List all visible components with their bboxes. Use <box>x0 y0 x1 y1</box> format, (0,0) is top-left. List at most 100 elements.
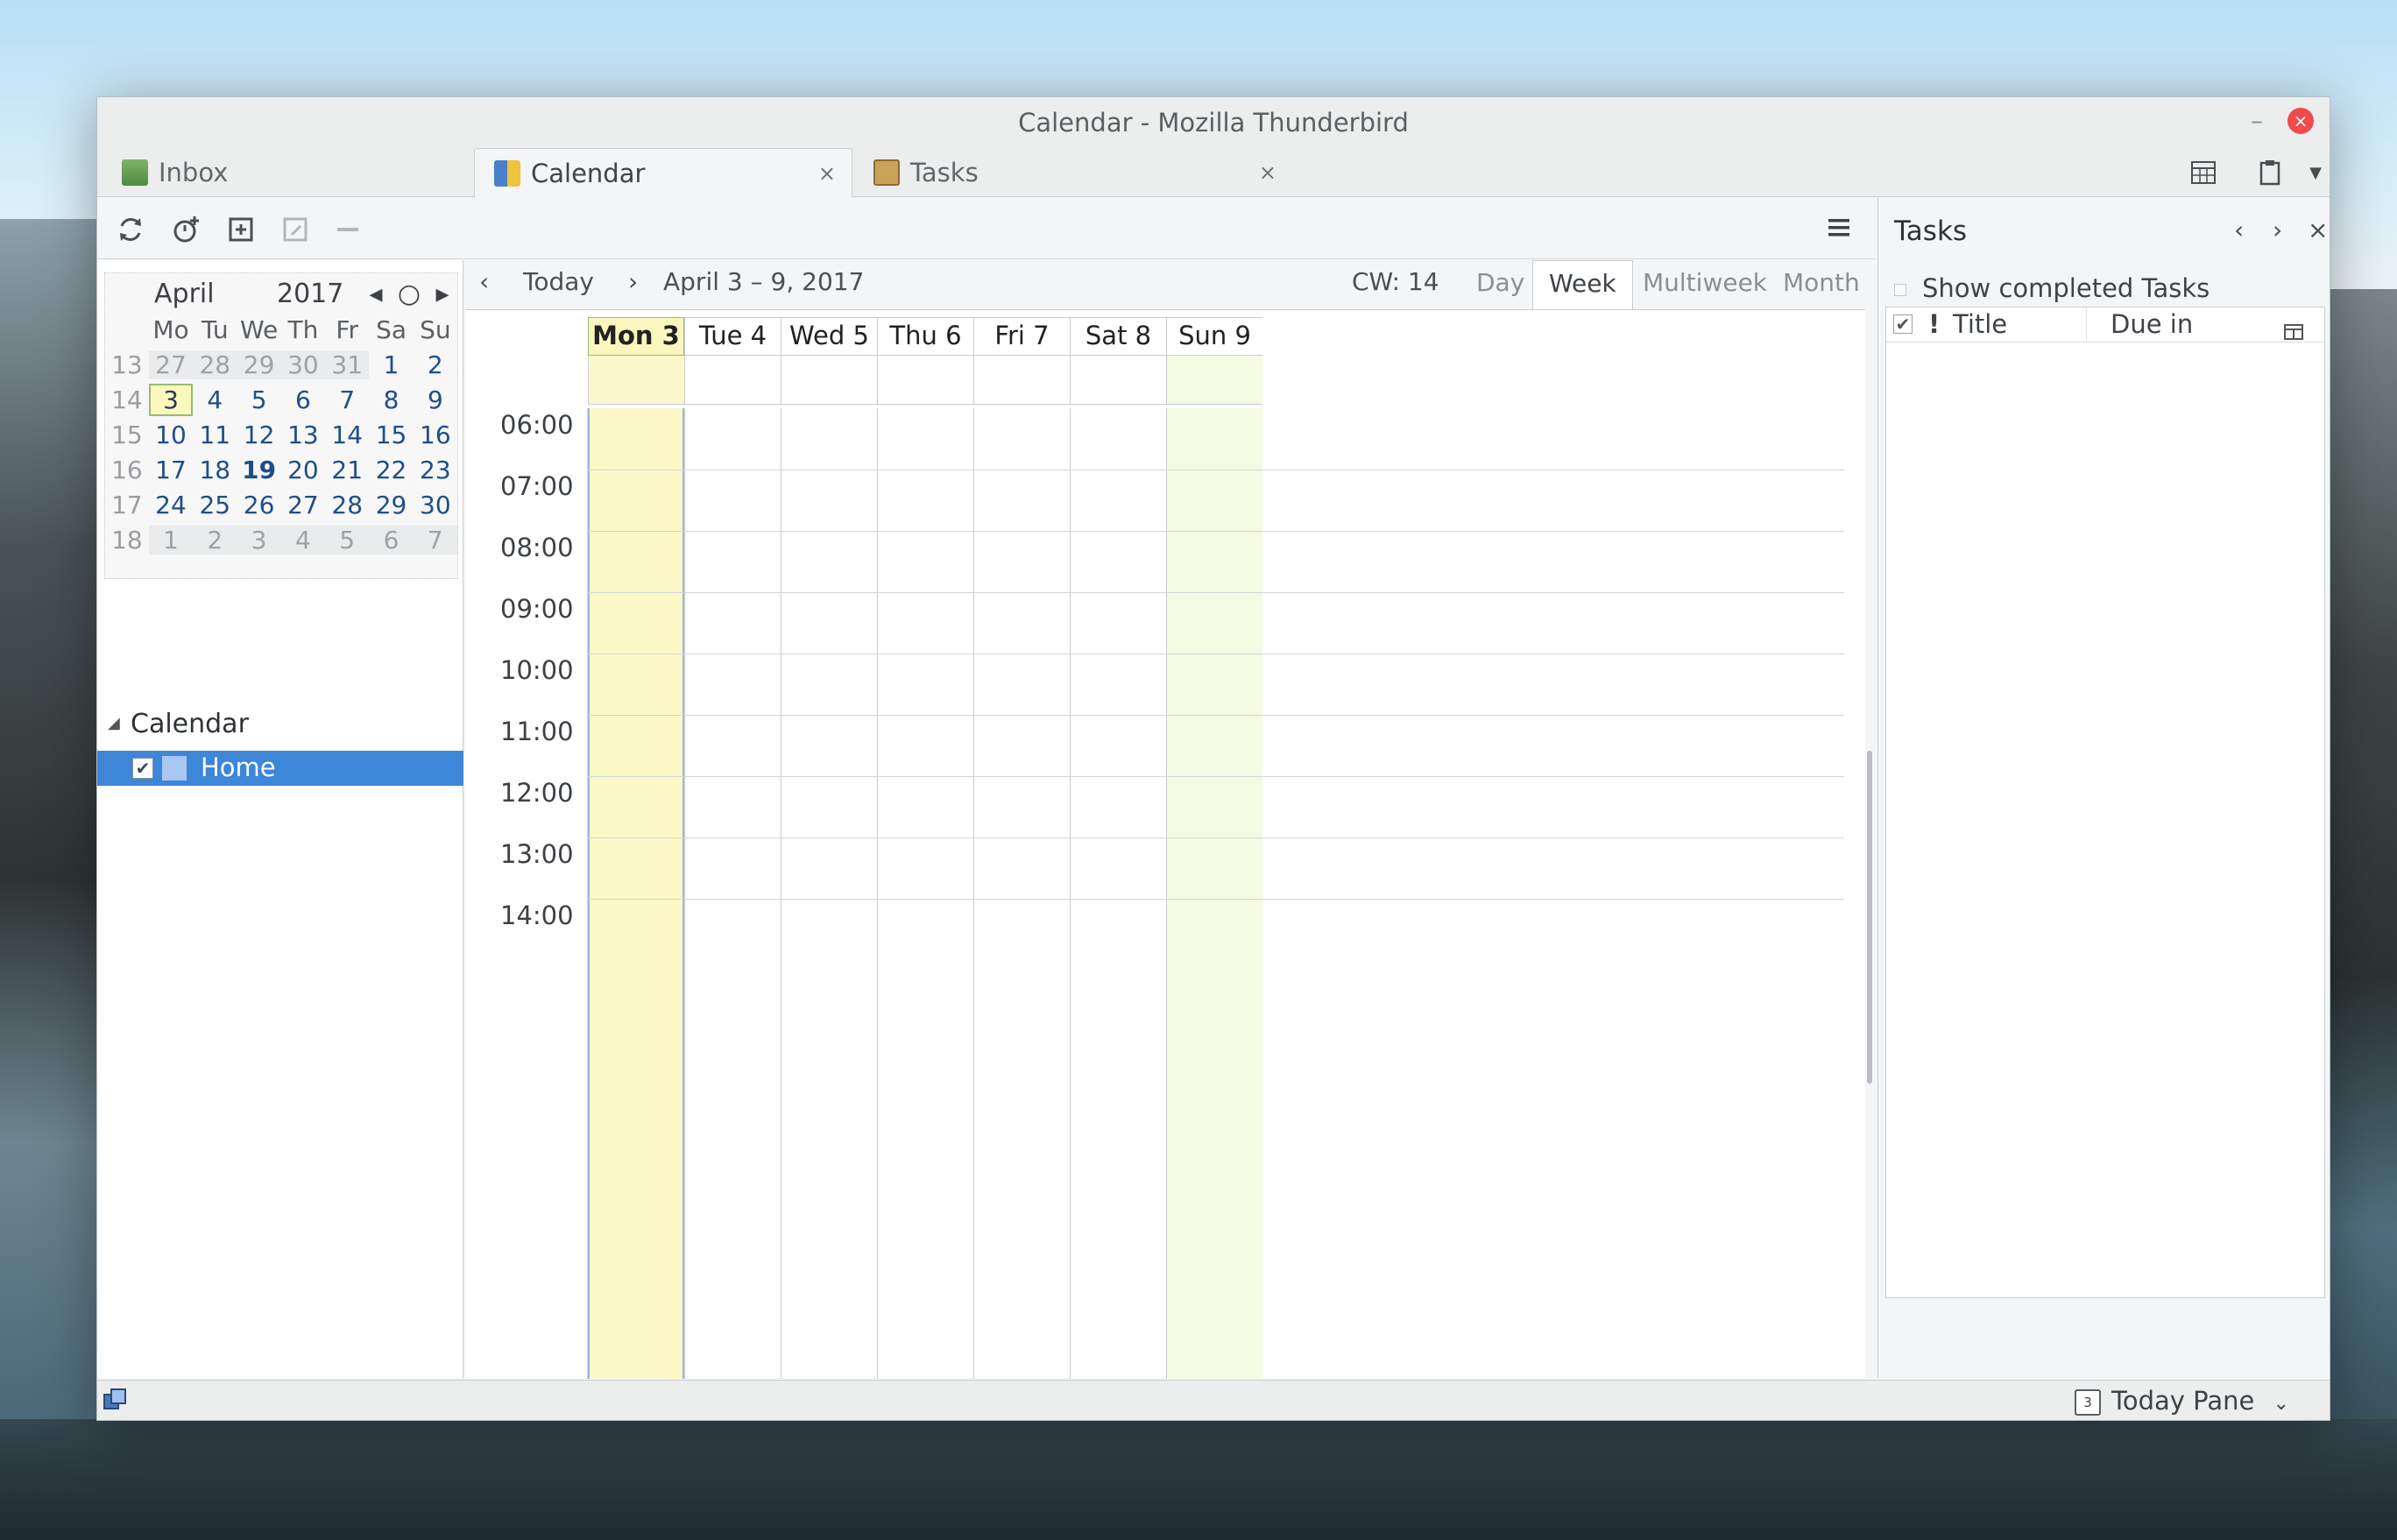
mini-calendar-day[interactable]: 17 <box>149 456 193 484</box>
mini-calendar-day[interactable]: 6 <box>281 385 325 414</box>
today-pane-toggle[interactable]: 3 Today Pane ⌄ <box>2075 1386 2289 1416</box>
menu-icon[interactable] <box>1821 210 1856 245</box>
day-header[interactable]: Mon 3 Apr <box>588 317 684 385</box>
day-header[interactable]: Thu 6 Apr <box>877 317 973 385</box>
all-day-cell[interactable] <box>877 356 973 405</box>
mini-calendar-day[interactable]: 1 <box>148 525 194 555</box>
day-column[interactable] <box>973 408 1070 1379</box>
mini-calendar-day[interactable]: 22 <box>369 456 413 484</box>
close-window-button[interactable]: × <box>2287 108 2314 134</box>
mini-calendar-day[interactable]: 10 <box>149 420 193 449</box>
view-tab-month[interactable]: Month <box>1767 260 1876 309</box>
mini-calendar-day[interactable]: 5 <box>325 525 370 555</box>
collapse-triangle-icon[interactable]: ◢ <box>108 714 120 732</box>
view-tab-multiweek[interactable]: Multiweek <box>1627 260 1783 309</box>
close-tab-tasks-icon[interactable]: × <box>1259 160 1276 185</box>
mini-calendar-day[interactable]: 7 <box>413 525 457 555</box>
mini-calendar-day[interactable]: 7 <box>325 385 369 414</box>
new-task-icon[interactable] <box>223 212 258 247</box>
new-event-icon[interactable] <box>169 212 204 247</box>
mini-calendar-next-icon[interactable]: ▸ <box>429 279 456 309</box>
mini-calendar-year[interactable]: 2017 <box>277 279 343 309</box>
next-week-icon[interactable]: › <box>628 267 638 296</box>
minimize-button[interactable]: – <box>2251 106 2263 135</box>
mini-calendar-day[interactable]: 6 <box>369 525 414 555</box>
tasks-prev-icon[interactable]: ‹ <box>2234 215 2244 244</box>
mini-calendar-day[interactable]: 3 <box>237 525 281 555</box>
mini-calendar-day[interactable]: 1 <box>369 350 413 379</box>
mini-calendar-day[interactable]: 25 <box>193 491 237 519</box>
mini-calendar-day[interactable]: 21 <box>325 456 369 484</box>
mini-calendar-today-icon[interactable]: ○ <box>396 279 422 309</box>
all-day-cell[interactable] <box>1070 356 1166 405</box>
mini-calendar-prev-icon[interactable]: ◂ <box>363 279 389 309</box>
day-header[interactable]: Fri 7 Apr <box>973 317 1070 385</box>
calendar-list-header[interactable]: ◢ Calendar <box>97 709 463 744</box>
mini-calendar-day[interactable]: 12 <box>237 420 280 449</box>
mini-calendar-day[interactable]: 9 <box>414 385 457 414</box>
day-header[interactable]: Sun 9 Apr <box>1166 317 1262 385</box>
mini-calendar-day[interactable]: 3 <box>148 383 194 416</box>
prev-week-icon[interactable]: ‹ <box>479 267 489 296</box>
all-day-cell[interactable] <box>973 356 1070 405</box>
mini-calendar-day[interactable]: 19 <box>237 456 280 484</box>
all-day-cell[interactable] <box>588 356 684 405</box>
view-tab-week[interactable]: Week <box>1532 260 1633 309</box>
mini-calendar-day[interactable]: 30 <box>280 350 326 379</box>
show-completed-checkbox[interactable] <box>1894 284 1906 296</box>
tab-calendar[interactable]: Calendar × <box>474 148 852 197</box>
day-column[interactable] <box>684 408 781 1379</box>
all-day-cell[interactable] <box>781 356 877 405</box>
mini-calendar-day[interactable]: 2 <box>193 525 237 555</box>
tab-tasks[interactable]: Tasks × <box>854 148 1292 197</box>
mini-calendar-day[interactable]: 30 <box>414 491 457 519</box>
show-completed-tasks-toggle[interactable]: Show completed Tasks <box>1894 273 2210 303</box>
mini-calendar-day[interactable]: 4 <box>280 525 326 555</box>
all-day-cell[interactable] <box>684 356 781 405</box>
tab-menu-chevron-down-icon[interactable]: ▼ <box>2305 155 2326 190</box>
mini-calendar-day[interactable]: 20 <box>281 456 325 484</box>
tasks-next-icon[interactable]: › <box>2273 215 2282 244</box>
column-picker-icon[interactable] <box>2284 316 2303 346</box>
close-tab-calendar-icon[interactable]: × <box>818 161 836 186</box>
priority-column-icon[interactable]: ! <box>1928 309 1940 339</box>
mini-calendar-day[interactable]: 29 <box>237 350 281 379</box>
mini-calendar-day[interactable]: 28 <box>325 491 369 519</box>
mini-calendar-day[interactable]: 26 <box>237 491 280 519</box>
delete-icon[interactable] <box>330 212 365 247</box>
day-column[interactable] <box>1070 408 1166 1379</box>
mini-calendar-month[interactable]: April <box>154 279 215 309</box>
mini-calendar-day[interactable]: 29 <box>369 491 413 519</box>
home-calendar-checkbox[interactable]: ✔ <box>132 758 153 779</box>
due-column-header[interactable]: Due in <box>2111 309 2251 339</box>
mini-calendar-day[interactable]: 23 <box>414 456 457 484</box>
mini-calendar-day[interactable]: 18 <box>193 456 237 484</box>
day-column[interactable] <box>1166 408 1262 1379</box>
day-column[interactable] <box>781 408 877 1379</box>
calendar-item-home[interactable]: ✔ Home <box>97 751 463 786</box>
day-header[interactable]: Tue 4 Apr <box>684 317 781 385</box>
mini-calendar-day[interactable]: 5 <box>237 385 280 414</box>
calendar-view-icon[interactable] <box>2186 155 2221 190</box>
today-button[interactable]: Today <box>523 267 594 296</box>
mini-calendar-day[interactable]: 13 <box>281 420 325 449</box>
offline-status-icon[interactable] <box>103 1388 129 1414</box>
mini-calendar-day[interactable]: 24 <box>149 491 193 519</box>
mini-calendar-day[interactable]: 27 <box>148 350 194 379</box>
tab-inbox[interactable]: Inbox <box>103 148 474 197</box>
mini-calendar-day[interactable]: 14 <box>325 420 369 449</box>
mini-calendar-day[interactable]: 28 <box>193 350 237 379</box>
mini-calendar-day[interactable]: 11 <box>193 420 237 449</box>
all-day-cell[interactable] <box>1166 356 1262 405</box>
sync-icon[interactable] <box>113 212 148 247</box>
mini-calendar-day[interactable]: 31 <box>325 350 370 379</box>
day-column[interactable] <box>877 408 973 1379</box>
mini-calendar-day[interactable]: 2 <box>414 350 457 379</box>
day-header[interactable]: Sat 8 Apr <box>1070 317 1166 385</box>
mini-calendar-day[interactable]: 16 <box>414 420 457 449</box>
completed-column-checkbox-icon[interactable]: ✔ <box>1893 314 1913 334</box>
day-header[interactable]: Wed 5 Apr <box>781 317 877 385</box>
tasks-pane-close-icon[interactable]: × <box>2308 215 2328 244</box>
title-column-header[interactable]: Title <box>1953 309 2007 339</box>
mini-calendar-day[interactable]: 15 <box>369 420 413 449</box>
